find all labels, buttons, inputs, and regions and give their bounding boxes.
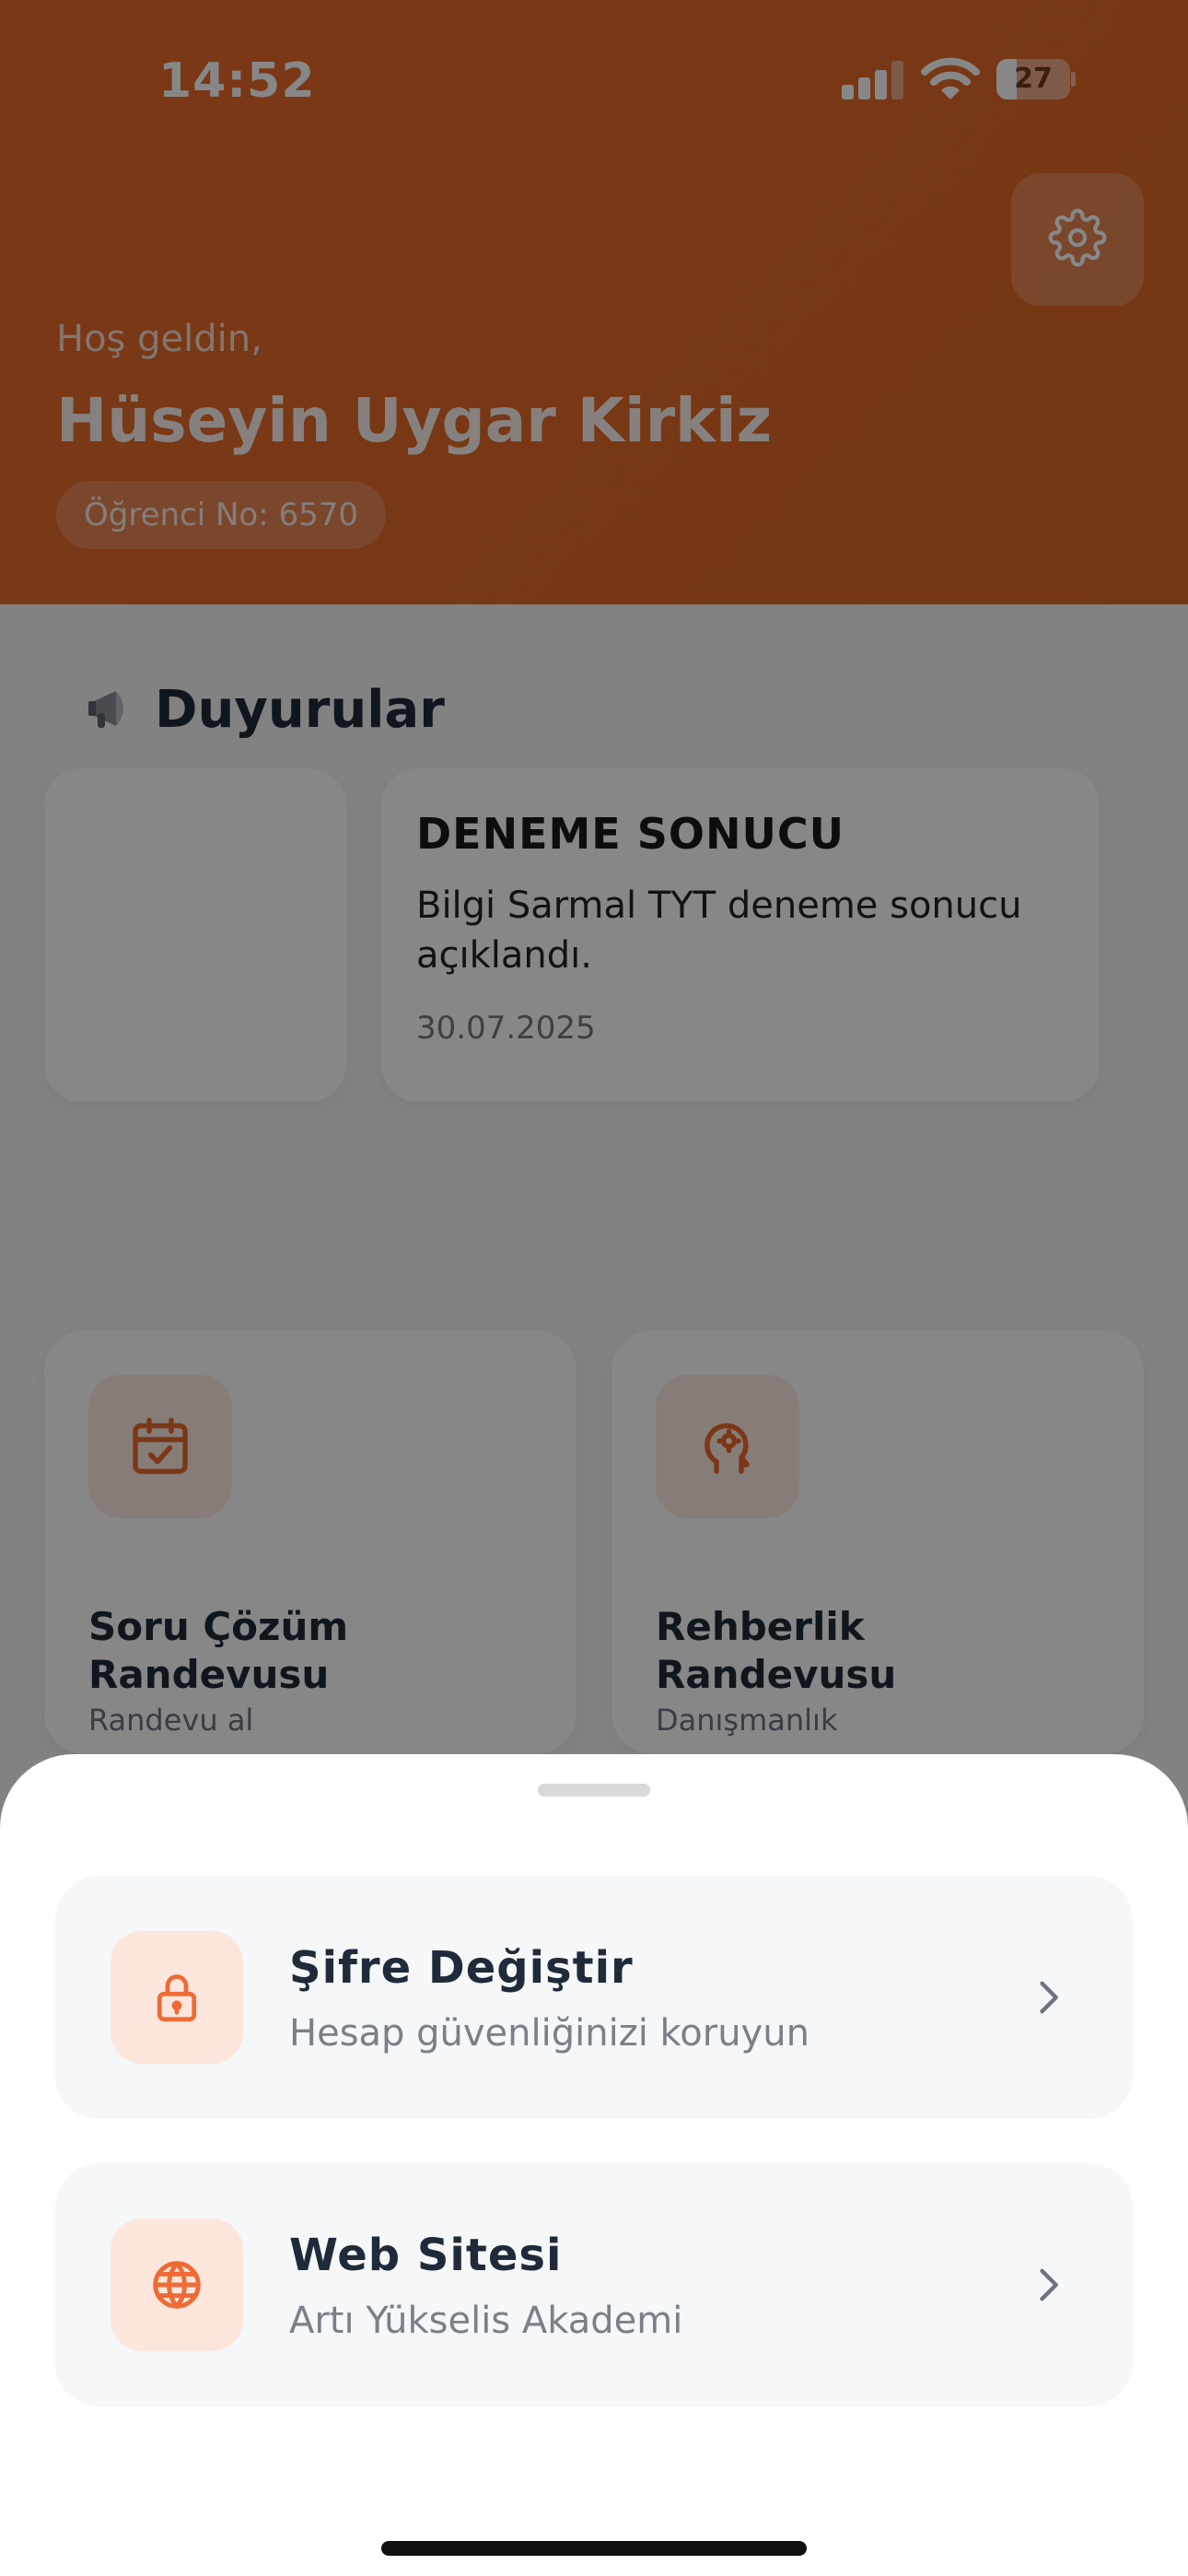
- lock-icon: [111, 1931, 243, 2064]
- option-title: Şifre Değiştir: [289, 1942, 634, 1994]
- chevron-right-icon: [1024, 1973, 1072, 2021]
- option-title: Web Sitesi: [289, 2230, 563, 2281]
- option-subtitle: Artı Yükselis Akademi: [289, 2300, 683, 2342]
- website-option[interactable]: Web Sitesi Artı Yükselis Akademi: [55, 2163, 1133, 2406]
- home-indicator[interactable]: [381, 2541, 807, 2556]
- option-subtitle: Hesap güvenliğinizi koruyun: [289, 2012, 809, 2055]
- sheet-grabber[interactable]: [538, 1784, 650, 1797]
- globe-icon: [111, 2219, 243, 2351]
- change-password-option[interactable]: Şifre Değiştir Hesap güvenliğinizi koruy…: [55, 1876, 1133, 2119]
- settings-bottom-sheet: Şifre Değiştir Hesap güvenliğinizi koruy…: [0, 1754, 1188, 2576]
- chevron-right-icon: [1024, 2261, 1072, 2309]
